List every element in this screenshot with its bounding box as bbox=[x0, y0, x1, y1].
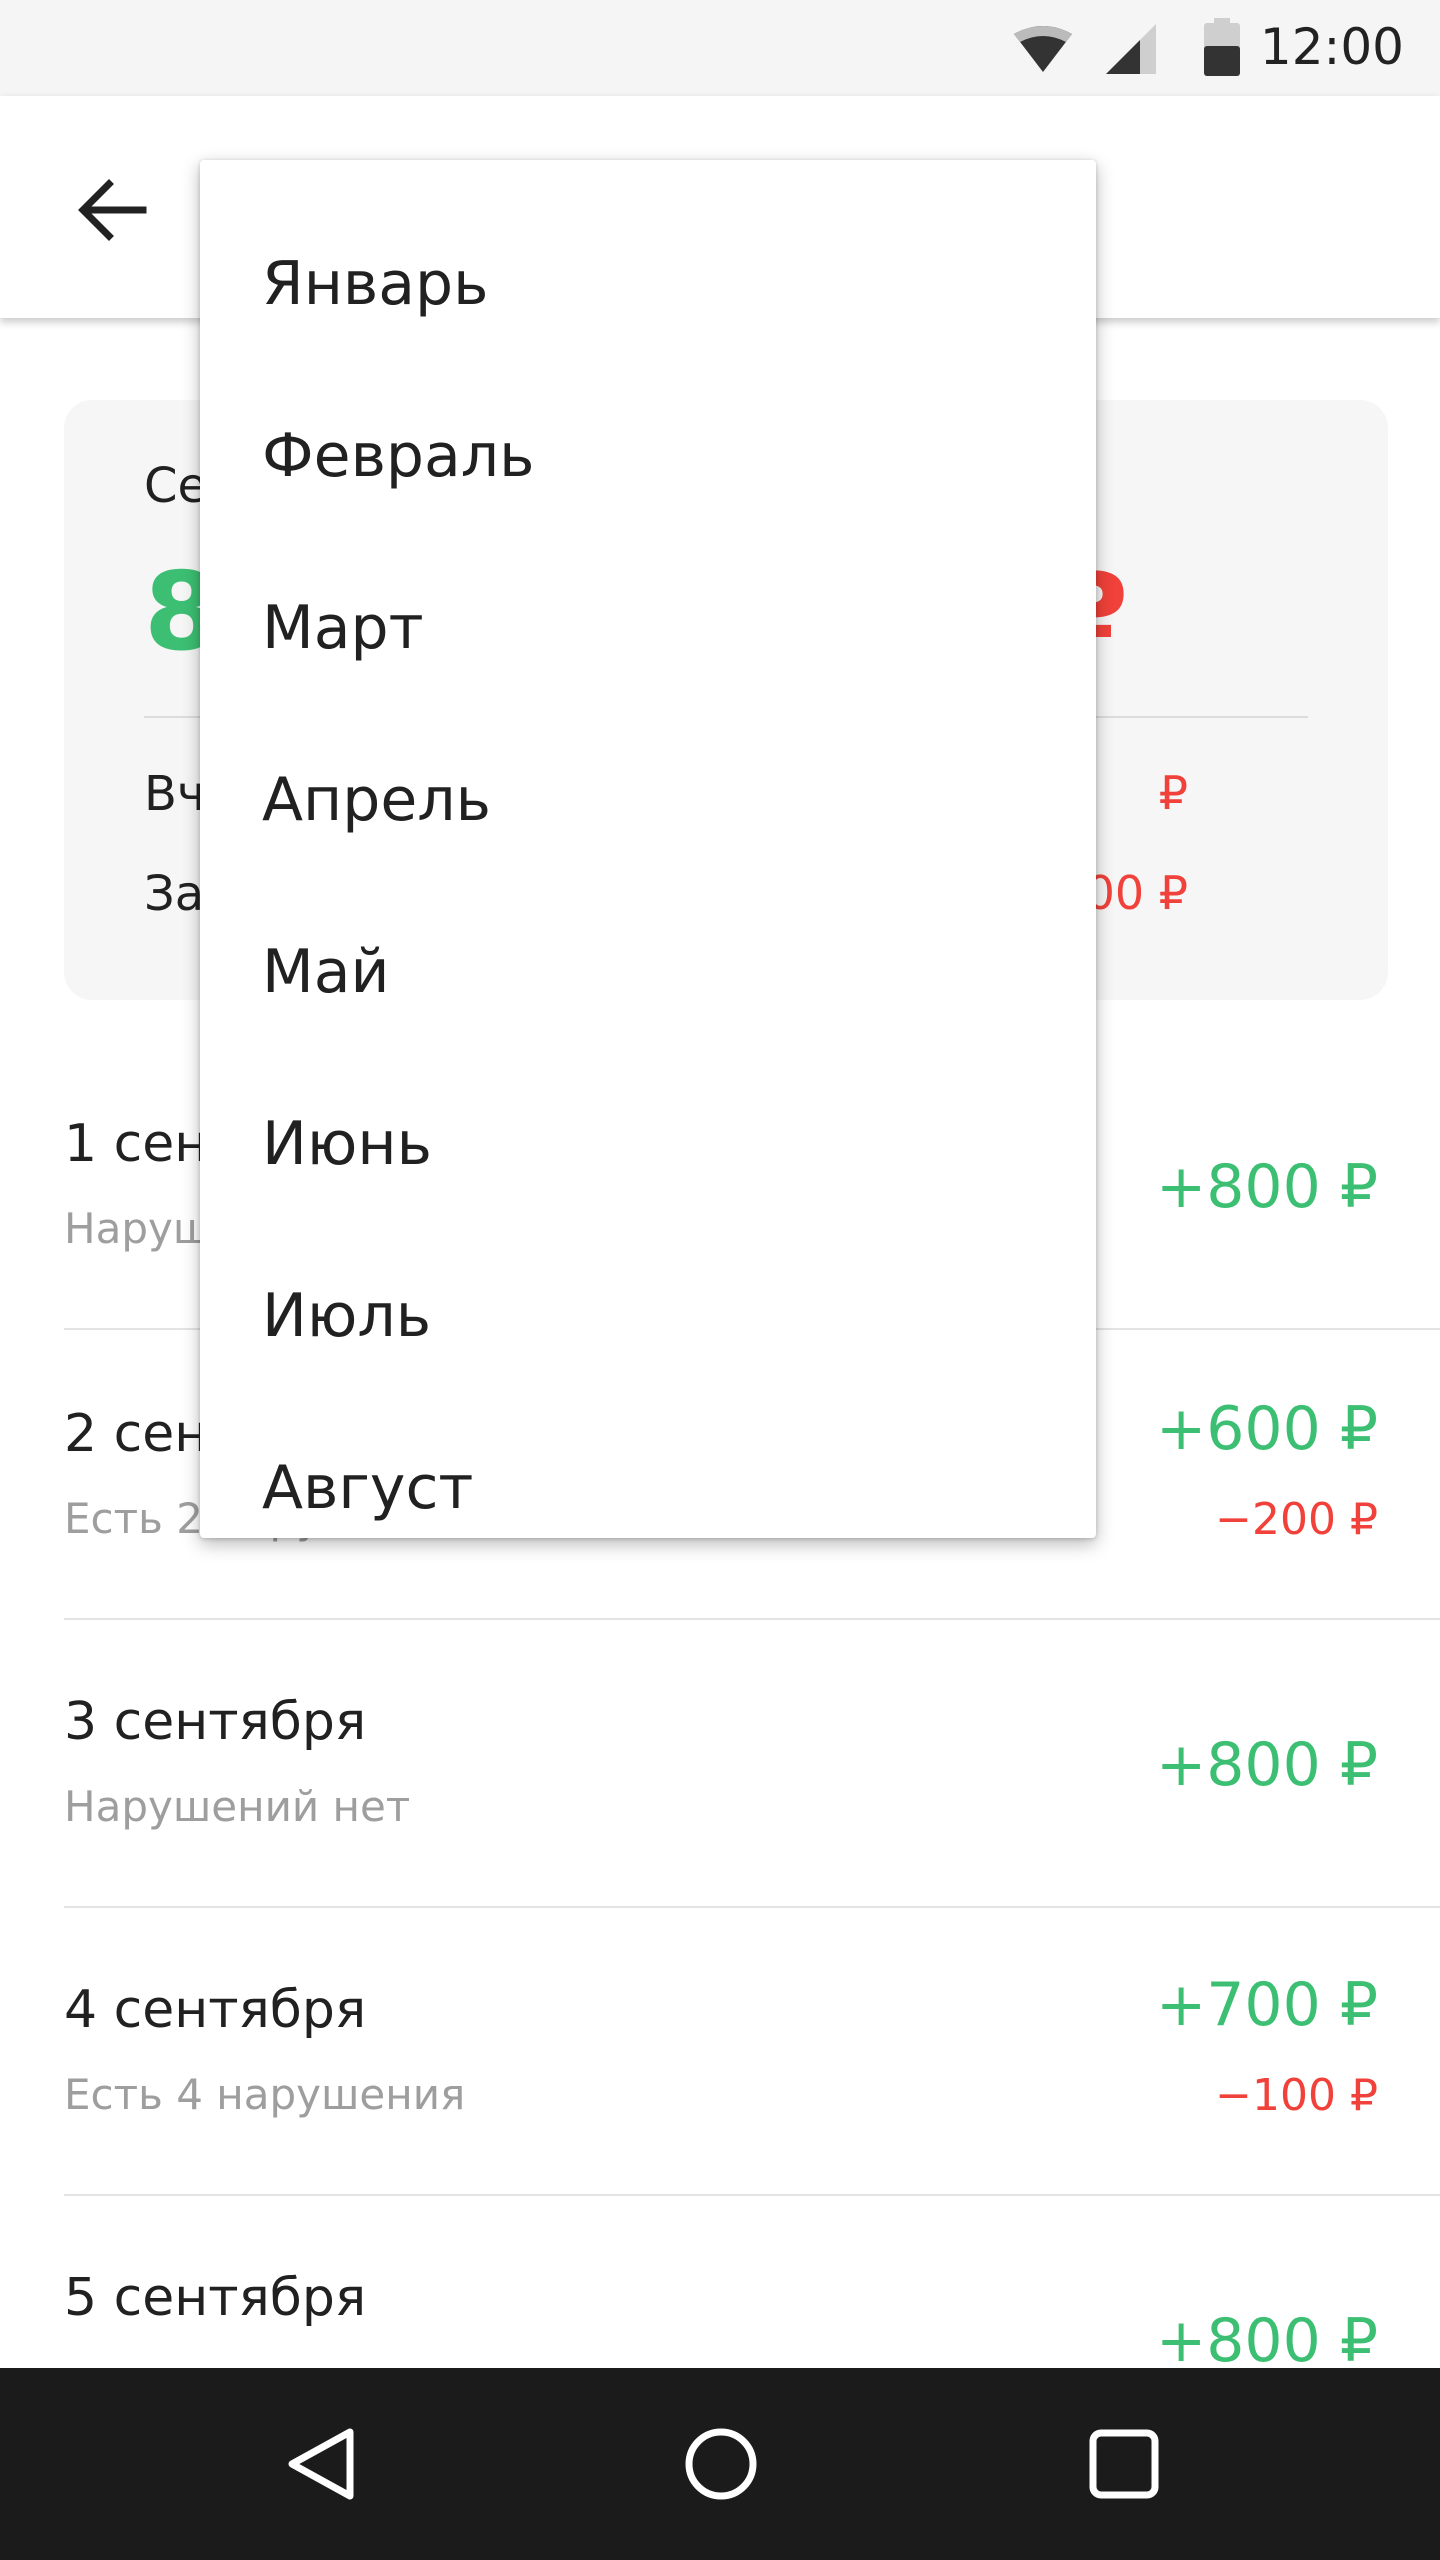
day-earned: +600 ₽ bbox=[1155, 1394, 1378, 1464]
day-subtitle: Есть 4 нарушения bbox=[64, 2070, 466, 2119]
day-title: 2 сен bbox=[64, 1404, 209, 1464]
day-earned: +800 ₽ bbox=[1155, 1730, 1378, 1800]
summary-row-label-yesterday: Вч bbox=[144, 766, 206, 822]
month-dropdown-menu: Январь Февраль Март Апрель Май Июнь Июль… bbox=[200, 160, 1096, 1538]
summary-row-label-period: За bbox=[144, 866, 205, 922]
nav-home-button[interactable] bbox=[669, 2412, 773, 2516]
day-subtitle: Наруш bbox=[64, 1204, 212, 1253]
day-title: 3 сентября bbox=[64, 1692, 367, 1752]
summary-row-value-yesterday: ₽ bbox=[1158, 766, 1188, 820]
battery-icon bbox=[1204, 18, 1240, 76]
recents-square-icon bbox=[1089, 2429, 1159, 2499]
menu-item-month[interactable]: Июль bbox=[200, 1230, 1096, 1402]
status-time: 12:00 bbox=[1259, 18, 1404, 76]
nav-back-button[interactable] bbox=[268, 2412, 372, 2516]
signal-icon bbox=[1106, 24, 1156, 74]
menu-item-month[interactable]: Май bbox=[200, 886, 1096, 1058]
day-earned: +800 ₽ bbox=[1155, 1152, 1378, 1222]
wifi-icon bbox=[1014, 26, 1072, 72]
day-earned: +700 ₽ bbox=[1155, 1970, 1378, 2040]
day-title: 5 сентября bbox=[64, 2268, 367, 2328]
arrow-left-icon bbox=[78, 179, 147, 241]
day-row[interactable]: 4 сентября Есть 4 нарушения +700 ₽ −100 … bbox=[64, 1906, 1440, 2196]
menu-item-month[interactable]: Март bbox=[200, 542, 1096, 714]
day-row[interactable]: 3 сентября Нарушений нет +800 ₽ bbox=[64, 1618, 1440, 1908]
summary-row-value-period: 00 ₽ bbox=[1085, 866, 1188, 920]
status-bar: 12:00 bbox=[0, 0, 1440, 96]
menu-item-month[interactable]: Январь bbox=[200, 198, 1096, 370]
day-fine: −100 ₽ bbox=[1215, 2070, 1378, 2121]
menu-item-month[interactable]: Август bbox=[200, 1402, 1096, 1538]
menu-item-month[interactable]: Апрель bbox=[200, 714, 1096, 886]
menu-item-month[interactable]: Июнь bbox=[200, 1058, 1096, 1230]
day-title: 4 сентября bbox=[64, 1980, 367, 2040]
nav-recents-button[interactable] bbox=[1072, 2412, 1176, 2516]
day-earned: +800 ₽ bbox=[1155, 2306, 1378, 2376]
day-subtitle: Нарушений нет bbox=[64, 1782, 411, 1831]
back-button[interactable] bbox=[62, 160, 162, 260]
back-triangle-icon bbox=[288, 2428, 354, 2500]
summary-month-label: Се bbox=[144, 458, 208, 514]
system-nav-bar bbox=[0, 2368, 1440, 2560]
day-fine: −200 ₽ bbox=[1215, 1494, 1378, 1545]
home-circle-icon bbox=[685, 2428, 757, 2500]
menu-item-month[interactable]: Февраль bbox=[200, 370, 1096, 542]
day-title: 1 сен bbox=[64, 1114, 209, 1174]
